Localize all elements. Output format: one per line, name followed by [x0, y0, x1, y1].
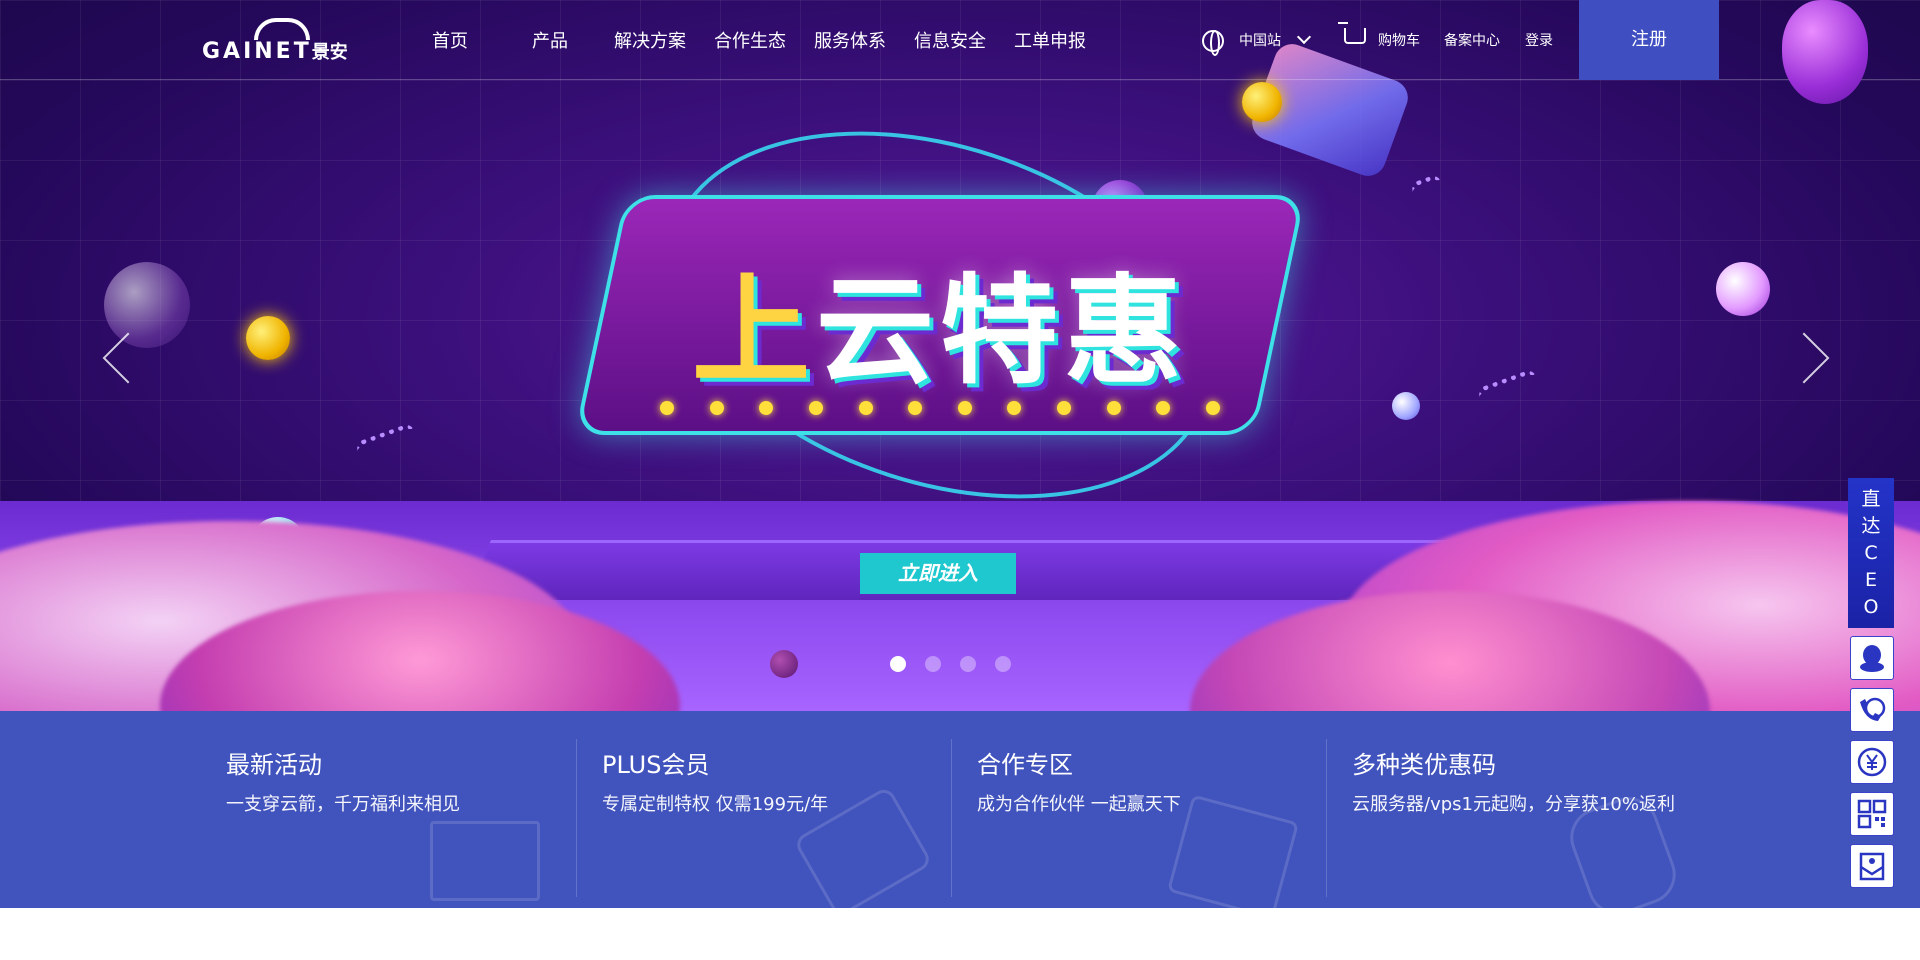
nav-tickets[interactable]: 工单申报: [1000, 27, 1100, 53]
feature-latest-activity[interactable]: 最新活动 一支穿云箭，千万福利来相见: [226, 745, 566, 895]
carousel-dot-4[interactable]: [995, 656, 1011, 672]
bubble-decoration: [104, 262, 190, 348]
feature-subtitle: 云服务器/vps1元起购，分享获10%返利: [1352, 794, 1675, 815]
balloon-decoration: [1782, 0, 1868, 104]
bubble-decoration: [1392, 392, 1420, 420]
chevron-down-icon[interactable]: [1296, 29, 1312, 45]
feedback-icon[interactable]: [1850, 844, 1894, 888]
marquee-lights: [660, 401, 1220, 415]
bubble-decoration: [1716, 262, 1770, 316]
feature-coupons[interactable]: 多种类优惠码 云服务器/vps1元起购，分享获10%返利: [1352, 745, 1752, 895]
promo-sign: 上云特惠: [574, 195, 1306, 435]
nav-products[interactable]: 产品: [500, 27, 600, 53]
logo-wordmark: GAINET景安: [202, 39, 348, 64]
main-nav: 首页 产品 解决方案 合作生态 服务体系 信息安全 工单申报: [400, 0, 1100, 80]
feature-partnership[interactable]: 合作专区 成为合作伙伴 一起赢天下: [977, 745, 1317, 895]
feature-title: 多种类优惠码: [1352, 751, 1496, 779]
carousel-dot-2[interactable]: [925, 656, 941, 672]
icp-center-link[interactable]: 备案中心: [1444, 0, 1500, 80]
feature-title: 最新活动: [226, 751, 322, 779]
phone-24-icon[interactable]: [1850, 688, 1894, 732]
bubble-decoration: [770, 650, 798, 678]
promo-headline: 上云特惠: [691, 262, 1189, 400]
direct-ceo-button[interactable]: 直 达 C E O: [1848, 478, 1894, 628]
feature-subtitle: 专属定制特权 仅需199元/年: [602, 794, 829, 815]
coin-decoration: [246, 316, 290, 360]
feature-subtitle: 成为合作伙伴 一起赢天下: [977, 794, 1181, 815]
feature-band: 最新活动 一支穿云箭，千万福利来相见 PLUS会员 专属定制特权 仅需199元/…: [0, 711, 1920, 924]
gainet-logo[interactable]: GAINET景安: [202, 18, 364, 64]
feature-subtitle: 一支穿云箭，千万福利来相见: [226, 794, 460, 815]
enter-now-button[interactable]: 立即进入: [860, 553, 1016, 594]
globe-icon[interactable]: [1202, 30, 1224, 56]
nav-services[interactable]: 服务体系: [800, 27, 900, 53]
feature-title: PLUS会员: [602, 751, 710, 779]
region-selector[interactable]: 中国站: [1239, 0, 1281, 80]
nav-solutions[interactable]: 解决方案: [600, 27, 700, 53]
feature-title: 合作专区: [977, 751, 1073, 779]
carousel-dot-3[interactable]: [960, 656, 976, 672]
cart-icon[interactable]: [1338, 22, 1366, 44]
feature-divider: [1326, 739, 1327, 897]
nav-home[interactable]: 首页: [400, 27, 500, 53]
nav-ecosystem[interactable]: 合作生态: [700, 27, 800, 53]
feature-divider: [951, 739, 952, 897]
login-link[interactable]: 登录: [1525, 0, 1553, 80]
logo-arc-icon: [254, 18, 310, 40]
top-navbar: GAINET景安 首页 产品 解决方案 合作生态 服务体系 信息安全 工单申报 …: [0, 0, 1920, 104]
register-button[interactable]: 注册: [1579, 0, 1719, 80]
side-toolbar: 直 达 C E O: [1848, 478, 1894, 888]
cart-link[interactable]: 购物车: [1378, 0, 1420, 80]
coin-decoration: [1242, 82, 1282, 122]
qq-icon[interactable]: [1850, 636, 1894, 680]
yuan-icon[interactable]: [1850, 740, 1894, 784]
hero-banner[interactable]: 上云特惠 立即进入: [0, 0, 1920, 711]
carousel-pagination: [890, 656, 1011, 672]
page: 上云特惠 立即进入 GAINET景安 首页 产品 解决方案 合作生态 服务体系 …: [0, 0, 1920, 960]
carousel-dot-1[interactable]: [890, 656, 906, 672]
nav-security[interactable]: 信息安全: [900, 27, 1000, 53]
feature-plus-member[interactable]: PLUS会员 专属定制特权 仅需199元/年: [602, 745, 942, 895]
feature-divider: [576, 739, 577, 897]
qrcode-icon[interactable]: [1850, 792, 1894, 836]
